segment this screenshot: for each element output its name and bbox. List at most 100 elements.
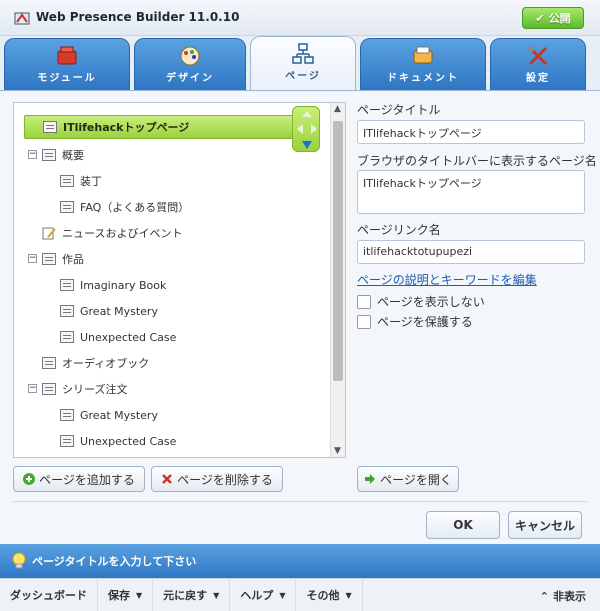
tab-modules[interactable]: モジュール [4, 38, 130, 90]
save-label: 保存 [108, 589, 130, 602]
hide-page-checkbox[interactable]: ページを表示しない [357, 293, 485, 310]
page-icon [42, 383, 56, 395]
window-title: Web Presence Builder 11.0.10 [36, 10, 240, 24]
ok-label: OK [453, 518, 473, 532]
add-page-button[interactable]: ページを追加する [13, 466, 145, 492]
scroll-down-icon[interactable]: ▼ [334, 446, 341, 456]
documents-icon [413, 46, 433, 64]
ok-button[interactable]: OK [426, 511, 500, 539]
dropdown-arrow-icon[interactable]: ▼ [136, 591, 142, 600]
tree-item[interactable]: − 概要 [14, 143, 334, 167]
hide-page-label: ページを表示しない [377, 295, 485, 309]
tree-item-label: 装丁 [80, 175, 102, 188]
app-logo-icon [14, 12, 30, 25]
tree-item[interactable]: オーディオブック [14, 351, 334, 375]
dashboard-button[interactable]: ダッシュボード [0, 578, 98, 611]
hide-label: 非表示 [553, 590, 586, 603]
design-icon [180, 46, 200, 66]
tree-item-label: オーディオブック [62, 357, 150, 370]
page-icon [42, 357, 56, 369]
page-link-input[interactable]: itlifehacktotupupezi [357, 240, 585, 264]
protect-page-checkbox[interactable]: ページを保護する [357, 313, 473, 330]
page-icon [60, 331, 74, 343]
tree-item[interactable]: Great Mystery [14, 299, 334, 323]
title-bar: Web Presence Builder 11.0.10 ✔ 公開 [0, 0, 600, 36]
help-label: ヘルプ [240, 589, 274, 602]
bottom-toolbar: ダッシュボード 保存 ▼ 元に戻す ▼ ヘルプ ▼ その他 ▼ ⌃ 非表示 [0, 578, 600, 611]
tree-item[interactable]: Great Mystery [14, 403, 334, 427]
page-icon [60, 409, 74, 421]
page-icon [60, 175, 74, 187]
pages-panel: ITlifehackトップページ − 概要 装丁 FAQ（よくある質問） ニュー… [0, 90, 600, 544]
tree-item-label: ITlifehackトップページ [63, 121, 190, 134]
tree-item[interactable]: 装丁 [14, 169, 334, 193]
tree-item[interactable]: FAQ（よくある質問） [14, 195, 334, 219]
tree-item-top-page[interactable]: ITlifehackトップページ [24, 115, 302, 139]
news-page-icon [42, 227, 56, 240]
page-title-label: ページタイトル [357, 103, 441, 117]
page-icon [42, 253, 56, 265]
tree-item-label: Imaginary Book [80, 278, 167, 292]
tree-item[interactable]: − シリーズ注文 [14, 377, 334, 401]
tree-item-label: 概要 [62, 149, 84, 162]
dropdown-arrow-icon[interactable]: ▼ [345, 591, 351, 600]
undo-button[interactable]: 元に戻す ▼ [153, 578, 231, 611]
dropdown-arrow-icon[interactable]: ▼ [279, 591, 285, 600]
tab-settings[interactable]: 設定 [490, 38, 586, 90]
tree-item[interactable]: Unexpected Case [14, 429, 334, 453]
tab-pages[interactable]: ページ [250, 36, 356, 92]
delete-page-button[interactable]: ページを削除する [151, 466, 283, 492]
tree-item[interactable]: − 作品 [14, 247, 334, 271]
tree-item-label: FAQ（よくある質問） [80, 201, 190, 214]
add-page-label: ページを追加する [39, 472, 135, 487]
publish-button[interactable]: ✔ 公開 [522, 7, 584, 29]
tab-design-label: デザイン [166, 73, 214, 84]
open-page-button[interactable]: ページを開く [357, 466, 459, 492]
divider [13, 501, 587, 502]
modules-icon [57, 46, 77, 65]
status-bar: ページタイトルを入力して下さい [0, 544, 600, 578]
checkbox-box[interactable] [357, 294, 371, 309]
page-icon [60, 305, 74, 317]
tree-item[interactable]: ニュースおよびイベント [14, 221, 334, 245]
cancel-button[interactable]: キャンセル [508, 511, 582, 539]
collapse-icon[interactable]: − [28, 384, 37, 393]
page-link-label: ページリンク名 [357, 223, 441, 237]
page-tree: ITlifehackトップページ − 概要 装丁 FAQ（よくある質問） ニュー… [13, 102, 346, 458]
browser-title-input[interactable]: ITlifehackトップページ [357, 170, 585, 214]
page-title-input[interactable]: ITlifehackトップページ [357, 120, 585, 144]
arrow-right-icon [365, 474, 376, 484]
page-icon [60, 279, 74, 291]
checkbox-box[interactable] [357, 314, 371, 329]
page-icon [42, 149, 56, 161]
tree-item-label: Great Mystery [80, 408, 158, 422]
tree-item-label: 作品 [62, 253, 84, 266]
tree-item-label: Unexpected Case [80, 330, 177, 344]
edit-description-link[interactable]: ページの説明とキーワードを編集 [357, 271, 537, 288]
main-tabs: モジュール デザイン ページ ドキュメント 設定 [0, 36, 600, 92]
browser-title-label: ブラウザのタイトルバーに表示するページ名 [357, 154, 597, 168]
dashboard-label: ダッシュボード [10, 589, 87, 602]
checkmark-icon: ✔ [535, 11, 545, 25]
scroll-up-icon[interactable]: ▲ [334, 104, 341, 114]
delete-icon [162, 474, 172, 484]
collapse-icon[interactable]: − [28, 254, 37, 263]
tree-item[interactable]: Imaginary Book [14, 273, 334, 297]
pages-icon [292, 43, 314, 64]
collapse-icon[interactable]: − [28, 150, 37, 159]
tab-documents[interactable]: ドキュメント [360, 38, 486, 90]
delete-page-label: ページを削除する [177, 472, 273, 487]
tree-item[interactable]: Unexpected Case [14, 325, 334, 349]
cancel-label: キャンセル [515, 518, 576, 533]
open-page-label: ページを開く [380, 472, 452, 487]
page-icon [60, 201, 74, 213]
save-button[interactable]: 保存 ▼ [98, 578, 154, 611]
dropdown-arrow-icon[interactable]: ▼ [213, 591, 219, 600]
hide-panel-button[interactable]: ⌃ 非表示 [540, 588, 586, 604]
tab-design[interactable]: デザイン [134, 38, 246, 90]
tab-modules-label: モジュール [37, 73, 97, 84]
help-button[interactable]: ヘルプ ▼ [230, 578, 297, 611]
tree-scrollbar[interactable]: ▲ ▼ [330, 103, 345, 457]
other-button[interactable]: その他 ▼ [296, 578, 363, 611]
scroll-thumb[interactable] [333, 121, 343, 381]
